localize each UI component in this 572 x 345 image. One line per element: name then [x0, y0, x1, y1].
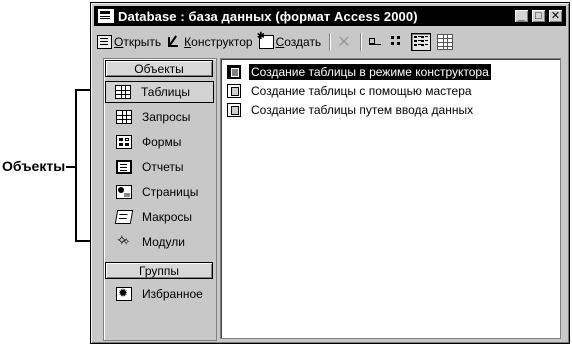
design-label: Конструктор: [184, 35, 253, 49]
report-icon: [116, 160, 132, 174]
objects-header[interactable]: Объекты: [105, 60, 213, 77]
module-icon: [116, 232, 132, 249]
object-label: Страницы: [142, 185, 199, 199]
list-view-icon[interactable]: [411, 33, 432, 51]
list-item[interactable]: Создание таблицы с помощью мастера: [227, 82, 472, 100]
list-item[interactable]: Создание таблицы путем ввода данных: [227, 101, 473, 119]
large-icons-view-icon[interactable]: [367, 34, 383, 50]
object-macros[interactable]: Макросы: [107, 206, 215, 228]
callout-label: Объекты: [2, 158, 66, 174]
list-item-label: Создание таблицы в режиме конструктора: [249, 64, 491, 80]
groups-header[interactable]: Группы: [105, 262, 213, 279]
list-item-label: Создание таблицы путем ввода данных: [251, 103, 474, 117]
object-label: Формы: [142, 135, 182, 149]
object-queries[interactable]: Запросы: [107, 106, 215, 128]
details-view-icon[interactable]: [437, 34, 454, 50]
object-label: Таблицы: [141, 85, 191, 99]
create-icon: [257, 31, 274, 49]
database-window: Database : база данных (формат Access 20…: [90, 2, 570, 344]
object-reports[interactable]: Отчеты: [107, 156, 215, 178]
toolbar: Открыть Конструктор Создать: [97, 30, 563, 54]
favorites-icon: [116, 286, 132, 301]
group-favorites[interactable]: Избранное: [107, 283, 215, 305]
object-label: Модули: [142, 235, 185, 249]
macro-icon: [114, 210, 134, 224]
screen: Объекты Database : база данных (формат A…: [0, 0, 572, 345]
open-label: Открыть: [114, 35, 162, 49]
objects-bar: Объекты Таблицы Запросы Формы Отчеты Стр…: [103, 58, 217, 341]
open-icon: [97, 35, 112, 49]
query-icon: [116, 110, 132, 124]
callout-bracket: [75, 89, 77, 242]
create-label: Создать: [275, 35, 322, 49]
close-button[interactable]: ✕: [548, 9, 563, 23]
minimize-button[interactable]: _: [514, 9, 529, 23]
shortcut-icon: [227, 103, 241, 117]
shortcut-icon: [227, 65, 241, 79]
form-icon: [116, 135, 132, 149]
small-icons-view-icon[interactable]: [389, 34, 405, 50]
create-button[interactable]: Создать: [257, 31, 322, 49]
object-pages[interactable]: Страницы: [107, 181, 215, 203]
table-icon: [115, 85, 131, 99]
object-list: Создание таблицы в режиме конструктора С…: [220, 58, 561, 339]
page-icon: [116, 185, 132, 199]
delete-icon[interactable]: [336, 32, 352, 52]
group-label: Избранное: [142, 287, 203, 301]
toolbar-separator: [360, 33, 362, 51]
toolbar-separator: [329, 33, 331, 51]
title-bar[interactable]: Database : база данных (формат Access 20…: [94, 6, 566, 26]
design-button[interactable]: Конструктор: [167, 35, 253, 49]
window-title: Database : база данных (формат Access 20…: [118, 8, 418, 24]
list-item-label: Создание таблицы с помощью мастера: [251, 84, 472, 98]
design-icon: [167, 35, 182, 49]
open-button[interactable]: Открыть: [97, 35, 161, 49]
database-window-icon[interactable]: [98, 9, 114, 23]
object-label: Отчеты: [142, 160, 184, 174]
shortcut-icon: [227, 84, 241, 98]
object-forms[interactable]: Формы: [107, 131, 215, 153]
object-tables[interactable]: Таблицы: [105, 81, 214, 103]
maximize-button[interactable]: □: [531, 9, 546, 23]
object-label: Запросы: [142, 110, 191, 124]
object-label: Макросы: [142, 210, 193, 224]
list-item[interactable]: Создание таблицы в режиме конструктора: [227, 63, 491, 81]
object-modules[interactable]: Модули: [107, 231, 215, 253]
